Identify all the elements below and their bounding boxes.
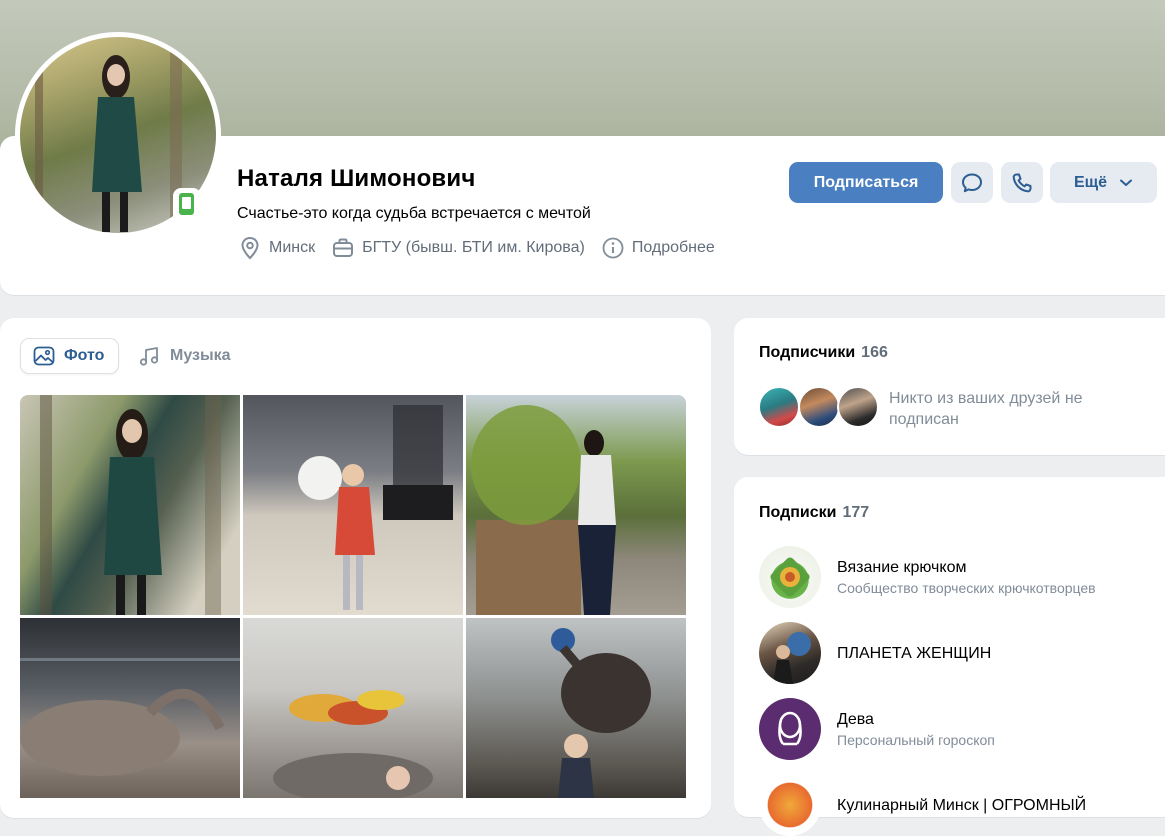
- follower-avatar[interactable]: [798, 386, 840, 428]
- tab-music-label: Музыка: [170, 347, 231, 364]
- group-subtitle: Персональный гороскоп: [837, 731, 995, 748]
- photo-image: [551, 628, 651, 798]
- subscribe-button[interactable]: Подписаться: [789, 162, 943, 203]
- photo-thumbnail[interactable]: [20, 618, 240, 798]
- group-avatar: [759, 774, 821, 836]
- subscriptions-title-label: Подписки: [759, 504, 837, 521]
- message-button[interactable]: [951, 162, 993, 203]
- info-icon: [602, 237, 624, 259]
- subscription-item[interactable]: Дева Персональный гороскоп: [759, 698, 995, 760]
- subscription-item[interactable]: Вязание крючком Сообщество творческих кр…: [759, 546, 1096, 608]
- location-pin-icon: [241, 236, 259, 260]
- followers-card: [734, 318, 1165, 455]
- follower-avatar[interactable]: [837, 386, 879, 428]
- knitting-logo-icon: [770, 557, 810, 597]
- group-name: Кулинарный Минск | ОГРОМНЫЙ: [837, 796, 1087, 814]
- more-button-label: Ещё: [1073, 173, 1108, 191]
- group-name: Вязание крючком: [837, 558, 967, 576]
- briefcase-icon: [333, 238, 354, 257]
- meta-details-label: Подробнее: [631, 239, 715, 256]
- followers-title[interactable]: Подписчики 166: [759, 344, 888, 362]
- group-avatar: [759, 622, 821, 684]
- photo-image: [40, 395, 221, 615]
- call-button[interactable]: [1001, 162, 1043, 203]
- photo-image: [471, 405, 616, 615]
- meta-education-label: БГТУ (бывш. БТИ им. Кирова): [362, 239, 585, 256]
- followers-title-label: Подписчики: [759, 344, 856, 361]
- photo-thumbnail[interactable]: [20, 395, 240, 615]
- group-subtitle: Сообщество творческих крючкотворцев: [837, 579, 1096, 596]
- photo-icon: [33, 346, 55, 366]
- subscriptions-count: 177: [842, 504, 870, 521]
- photo-thumbnail[interactable]: [466, 618, 686, 798]
- photo-thumbnail[interactable]: [243, 618, 463, 798]
- profile-name: Наталя Шимонович: [237, 165, 476, 192]
- photo-image: [20, 658, 240, 776]
- followers-count: 166: [861, 344, 888, 361]
- message-icon: [962, 173, 982, 192]
- group-avatar: [759, 698, 821, 760]
- chevron-down-icon: [1120, 179, 1133, 186]
- tab-photo[interactable]: Фото: [20, 338, 119, 374]
- profile-meta: Минск БГТУ (бывш. БТИ им. Кирова) Подроб…: [239, 236, 732, 260]
- subscriptions-title[interactable]: Подписки 177: [759, 504, 869, 522]
- photo-image: [298, 405, 453, 610]
- music-icon: [139, 347, 159, 366]
- virgo-icon: [778, 711, 802, 746]
- planet-woman-icon: [773, 632, 811, 684]
- more-button[interactable]: Ещё: [1050, 162, 1157, 203]
- meta-education: БГТУ (бывш. БТИ им. Кирова): [332, 237, 585, 259]
- phone-icon: [1012, 173, 1032, 192]
- subscription-item[interactable]: Кулинарный Минск | ОГРОМНЫЙ: [759, 774, 1086, 836]
- photo-thumbnail[interactable]: [466, 395, 686, 615]
- photo-thumbnail[interactable]: [243, 395, 463, 615]
- online-mobile-icon: [173, 188, 201, 222]
- meta-details[interactable]: Подробнее: [602, 237, 715, 259]
- subscription-item[interactable]: ПЛАНЕТА ЖЕНЩИН: [759, 622, 991, 684]
- meta-city: Минск: [239, 236, 315, 260]
- tab-music[interactable]: Музыка: [138, 338, 231, 374]
- group-name: Дева: [837, 710, 874, 728]
- group-avatar: [759, 546, 821, 608]
- photo-image: [273, 690, 433, 798]
- meta-city-label: Минск: [269, 239, 316, 256]
- group-name: ПЛАНЕТА ЖЕНЩИН: [837, 644, 992, 662]
- follower-avatar[interactable]: [758, 386, 800, 428]
- tab-photo-label: Фото: [64, 347, 105, 364]
- followers-note: Никто из ваших друзей не подписан: [889, 390, 1083, 428]
- profile-status: Счастье-это когда судьба встречается с м…: [237, 205, 591, 222]
